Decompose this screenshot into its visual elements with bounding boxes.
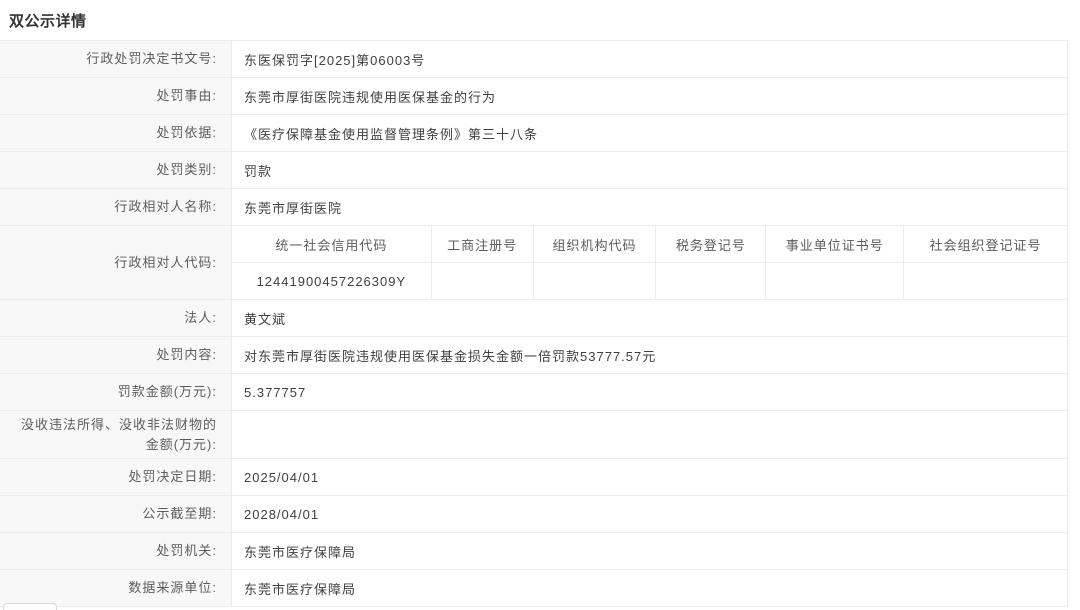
- detail-row-data-source: 数据来源单位: 东莞市医疗保障局: [0, 570, 1067, 607]
- code-column-header: 税务登记号: [656, 226, 766, 262]
- field-value: 东莞市厚街医院违规使用医保基金的行为: [232, 78, 1067, 114]
- field-label: 处罚内容:: [0, 337, 232, 373]
- detail-row-fine-amount: 罚款金额(万元): 5.377757: [0, 374, 1067, 411]
- detail-row-decision-number: 行政处罚决定书文号: 东医保罚字[2025]第06003号: [0, 41, 1067, 78]
- party-codes-table: 统一社会信用代码 工商注册号 组织机构代码 税务登记号 事业单位证书号 社会组织…: [232, 226, 1067, 299]
- detail-row-penalty-authority: 处罚机关: 东莞市医疗保障局: [0, 533, 1067, 570]
- code-cell-value: [904, 263, 1067, 299]
- detail-row-party-codes: 行政相对人代码: 统一社会信用代码 工商注册号 组织机构代码 税务登记号 事业单…: [0, 226, 1067, 300]
- back-button[interactable]: [3, 603, 57, 610]
- field-label: 行政相对人名称:: [0, 189, 232, 225]
- field-value: 2028/04/01: [232, 496, 1067, 532]
- detail-row-penalty-reason: 处罚事由: 东莞市厚街医院违规使用医保基金的行为: [0, 78, 1067, 115]
- field-value: 2025/04/01: [232, 459, 1067, 495]
- field-label: 数据来源单位:: [0, 570, 232, 606]
- party-codes-value-row: 12441900457226309Y: [232, 263, 1067, 299]
- field-label: 处罚依据:: [0, 115, 232, 151]
- field-label: 处罚机关:: [0, 533, 232, 569]
- field-value: 东莞市医疗保障局: [232, 570, 1067, 606]
- field-label: 公示截至期:: [0, 496, 232, 532]
- detail-row-legal-person: 法人: 黄文斌: [0, 300, 1067, 337]
- code-cell-value: [432, 263, 534, 299]
- field-label: 罚款金额(万元):: [0, 374, 232, 410]
- detail-row-confiscation-amount: 没收违法所得、没收非法财物的 金额(万元):: [0, 411, 1067, 459]
- code-column-header: 社会组织登记证号: [904, 226, 1067, 262]
- field-value: 对东莞市厚街医院违规使用医保基金损失金额一倍罚款53777.57元: [232, 337, 1067, 373]
- detail-row-decision-date: 处罚决定日期: 2025/04/01: [0, 459, 1067, 496]
- field-value: 5.377757: [232, 374, 1067, 410]
- field-value: 罚款: [232, 152, 1067, 188]
- code-column-header: 组织机构代码: [534, 226, 657, 262]
- detail-row-penalty-category: 处罚类别: 罚款: [0, 152, 1067, 189]
- field-value: [232, 411, 1067, 458]
- field-value: 《医疗保障基金使用监督管理条例》第三十八条: [232, 115, 1067, 151]
- field-value: 黄文斌: [232, 300, 1067, 336]
- detail-row-penalty-basis: 处罚依据: 《医疗保障基金使用监督管理条例》第三十八条: [0, 115, 1067, 152]
- field-label: 处罚决定日期:: [0, 459, 232, 495]
- code-cell-value: [656, 263, 766, 299]
- field-label: 没收违法所得、没收非法财物的 金额(万元):: [0, 411, 232, 458]
- detail-row-publicity-deadline: 公示截至期: 2028/04/01: [0, 496, 1067, 533]
- code-cell-value: 12441900457226309Y: [232, 263, 432, 299]
- code-column-header: 工商注册号: [432, 226, 534, 262]
- field-label: 行政相对人代码:: [0, 226, 232, 299]
- field-label: 行政处罚决定书文号:: [0, 41, 232, 77]
- penalty-detail-table: 行政处罚决定书文号: 东医保罚字[2025]第06003号 处罚事由: 东莞市厚…: [0, 40, 1068, 607]
- field-value: 东莞市厚街医院: [232, 189, 1067, 225]
- detail-row-party-name: 行政相对人名称: 东莞市厚街医院: [0, 189, 1067, 226]
- field-label: 处罚事由:: [0, 78, 232, 114]
- field-label: 处罚类别:: [0, 152, 232, 188]
- code-column-header: 统一社会信用代码: [232, 226, 432, 262]
- field-label: 法人:: [0, 300, 232, 336]
- field-value: 东医保罚字[2025]第06003号: [232, 41, 1067, 77]
- party-codes-header-row: 统一社会信用代码 工商注册号 组织机构代码 税务登记号 事业单位证书号 社会组织…: [232, 226, 1067, 263]
- detail-row-penalty-content: 处罚内容: 对东莞市厚街医院违规使用医保基金损失金额一倍罚款53777.57元: [0, 337, 1067, 374]
- field-value: 东莞市医疗保障局: [232, 533, 1067, 569]
- code-cell-value: [766, 263, 904, 299]
- code-column-header: 事业单位证书号: [766, 226, 904, 262]
- page-title: 双公示详情: [0, 0, 1080, 40]
- code-cell-value: [534, 263, 657, 299]
